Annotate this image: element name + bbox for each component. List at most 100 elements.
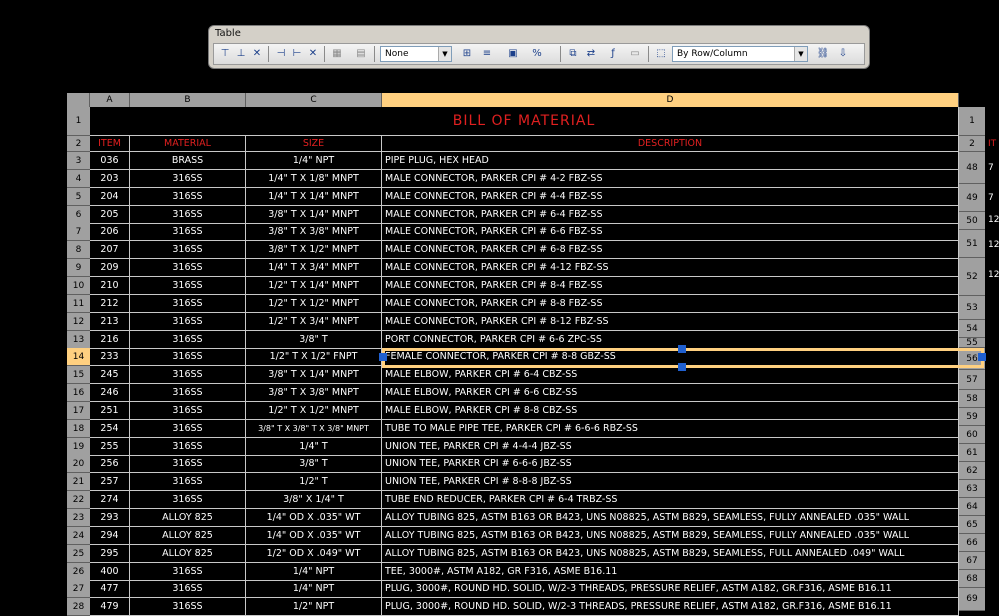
cell-material[interactable]: 316SS: [130, 295, 246, 313]
cell-size[interactable]: 1/2" T X 1/2" MNPT: [246, 402, 382, 420]
row-header[interactable]: 21: [67, 473, 90, 491]
cell-material[interactable]: 316SS: [130, 277, 246, 295]
row-header[interactable]: 7: [67, 223, 90, 241]
row-header[interactable]: 8: [67, 241, 90, 259]
cell-description[interactable]: ALLOY TUBING 825, ASTM B163 OR B423, UNS…: [382, 509, 959, 527]
cell-item[interactable]: 254: [90, 420, 130, 438]
cell-item[interactable]: 255: [90, 438, 130, 456]
header-description[interactable]: DESCRIPTION: [382, 136, 959, 152]
cell-material[interactable]: 316SS: [130, 402, 246, 420]
cell-size[interactable]: 3/8" T X 1/2" MNPT: [246, 241, 382, 259]
insert-row-below-icon[interactable]: ⊥: [234, 47, 248, 61]
cell-item[interactable]: 213: [90, 313, 130, 331]
cell-size[interactable]: 1/4" NPT: [246, 580, 382, 598]
cell-size[interactable]: 3/8" T X 1/4" MNPT: [246, 366, 382, 384]
column-header-a[interactable]: A: [90, 93, 130, 107]
cell-material[interactable]: BRASS: [130, 152, 246, 170]
data-format-icon[interactable]: %: [530, 47, 544, 61]
row-header[interactable]: 12: [67, 313, 90, 331]
row-header[interactable]: 28: [67, 598, 90, 616]
cell-item[interactable]: 210: [90, 277, 130, 295]
row-header[interactable]: 1: [67, 107, 90, 136]
cell-material[interactable]: 316SS: [130, 473, 246, 491]
insert-row-above-icon[interactable]: ⊤: [218, 47, 232, 61]
cell-item[interactable]: 257: [90, 473, 130, 491]
cell-description[interactable]: ALLOY TUBING 825, ASTM B163 OR B423, UNS…: [382, 545, 959, 563]
adjacent-row-header[interactable]: 49: [959, 184, 985, 212]
cell-item[interactable]: 233: [90, 348, 130, 366]
cell-item[interactable]: 274: [90, 491, 130, 509]
cell-size[interactable]: 3/8" T X 1/4" MNPT: [246, 206, 382, 224]
cell-material[interactable]: 316SS: [130, 313, 246, 331]
cell-item[interactable]: 295: [90, 545, 130, 563]
cell-size[interactable]: 1/4" T X 1/8" MNPT: [246, 170, 382, 188]
row-header[interactable]: 22: [67, 491, 90, 509]
cell-description[interactable]: UNION TEE, PARKER CPI # 6-6-6 JBZ-SS: [382, 455, 959, 473]
unmerge-cells-icon[interactable]: ▤: [354, 47, 368, 61]
header-material[interactable]: MATERIAL: [130, 136, 246, 152]
cell-material[interactable]: 316SS: [130, 206, 246, 224]
cell-material[interactable]: 316SS: [130, 331, 246, 349]
row-header[interactable]: 6: [67, 206, 90, 224]
adjacent-row-header[interactable]: 51: [959, 230, 985, 258]
cell-description[interactable]: MALE CONNECTOR, PARKER CPI # 8-12 FBZ-SS: [382, 313, 959, 331]
selection-grip[interactable]: [978, 353, 986, 361]
link-cell-icon[interactable]: ⛓: [816, 47, 830, 61]
cell-description[interactable]: MALE ELBOW, PARKER CPI # 6-4 CBZ-SS: [382, 366, 959, 384]
cell-item[interactable]: 203: [90, 170, 130, 188]
row-header[interactable]: 5: [67, 188, 90, 206]
cell-description[interactable]: TEE, 3000#, ASTM A182, GR F316, ASME B16…: [382, 563, 959, 581]
cell-material[interactable]: 316SS: [130, 598, 246, 616]
insert-field-icon[interactable]: ⇄: [584, 47, 598, 61]
row-header[interactable]: 20: [67, 455, 90, 473]
adjacent-row-header[interactable]: 67: [959, 552, 985, 570]
cell-item[interactable]: 207: [90, 241, 130, 259]
row-header[interactable]: 11: [67, 295, 90, 313]
selection-grip[interactable]: [678, 363, 686, 371]
locking-icon[interactable]: ▣: [506, 47, 520, 61]
cell-material[interactable]: 316SS: [130, 420, 246, 438]
cell-description[interactable]: ALLOY TUBING 825, ASTM B163 OR B423, UNS…: [382, 527, 959, 545]
row-header[interactable]: 9: [67, 259, 90, 277]
adjacent-row-header[interactable]: 55: [959, 338, 985, 348]
adjacent-row-header[interactable]: 64: [959, 498, 985, 516]
cell-description[interactable]: MALE CONNECTOR, PARKER CPI # 4-2 FBZ-SS: [382, 170, 959, 188]
row-header[interactable]: 24: [67, 527, 90, 545]
cell-item[interactable]: 245: [90, 366, 130, 384]
cell-description[interactable]: MALE CONNECTOR, PARKER CPI # 4-4 FBZ-SS: [382, 188, 959, 206]
cell-description[interactable]: MALE ELBOW, PARKER CPI # 6-6 CBZ-SS: [382, 384, 959, 402]
adjacent-row-header[interactable]: 48: [959, 152, 985, 184]
row-header[interactable]: 3: [67, 152, 90, 170]
insert-column-left-icon[interactable]: ⊣: [274, 47, 288, 61]
adjacent-row-header[interactable]: 69: [959, 588, 985, 611]
cell-item[interactable]: 205: [90, 206, 130, 224]
adjacent-row-header[interactable]: 65: [959, 516, 985, 534]
selection-grip[interactable]: [379, 353, 387, 361]
cell-item[interactable]: 293: [90, 509, 130, 527]
cell-size[interactable]: 3/8" T: [246, 331, 382, 349]
row-header[interactable]: 13: [67, 331, 90, 349]
chevron-down-icon[interactable]: ▼: [794, 47, 807, 61]
adjacent-row-header[interactable]: 53: [959, 296, 985, 320]
cell-material[interactable]: 316SS: [130, 491, 246, 509]
cell-material[interactable]: ALLOY 825: [130, 545, 246, 563]
cell-item[interactable]: 479: [90, 598, 130, 616]
adjacent-row-header[interactable]: 63: [959, 480, 985, 498]
adjacent-row-header[interactable]: 58: [959, 390, 985, 408]
row-header[interactable]: 17: [67, 402, 90, 420]
cell-description[interactable]: MALE CONNECTOR, PARKER CPI # 6-8 FBZ-SS: [382, 241, 959, 259]
cell-description[interactable]: MALE CONNECTOR, PARKER CPI # 8-8 FBZ-SS: [382, 295, 959, 313]
cell-size[interactable]: 1/2" T X 1/2" FNPT: [246, 348, 382, 366]
match-cell-icon[interactable]: ⬚: [654, 47, 668, 61]
cell-item[interactable]: 209: [90, 259, 130, 277]
cell-description[interactable]: TUBE END REDUCER, PARKER CPI # 6-4 TRBZ-…: [382, 491, 959, 509]
row-header[interactable]: 26: [67, 563, 90, 581]
cell-item[interactable]: 251: [90, 402, 130, 420]
adjacent-row-header[interactable]: 57: [959, 370, 985, 390]
adjacent-row-header[interactable]: 50: [959, 212, 985, 230]
cell-item[interactable]: 216: [90, 331, 130, 349]
adjacent-row-header[interactable]: 54: [959, 320, 985, 338]
cell-material[interactable]: 316SS: [130, 348, 246, 366]
selection-grip[interactable]: [678, 345, 686, 353]
column-header-b[interactable]: B: [130, 93, 246, 107]
